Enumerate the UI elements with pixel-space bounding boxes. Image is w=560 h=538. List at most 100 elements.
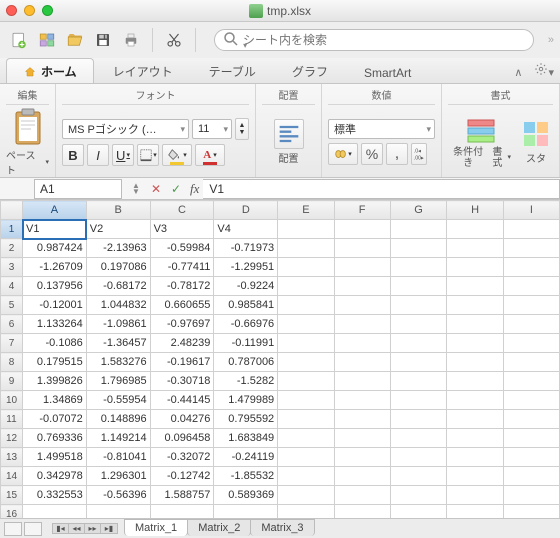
cell[interactable] — [334, 315, 390, 334]
font-name-combo[interactable]: MS Pゴシック (… — [62, 119, 189, 139]
cell[interactable] — [503, 391, 559, 410]
cell[interactable] — [390, 239, 447, 258]
cell[interactable] — [278, 372, 334, 391]
cancel-entry-button[interactable]: ✕ — [146, 180, 166, 198]
cell[interactable]: V2 — [86, 220, 150, 239]
cell[interactable]: 1.133264 — [23, 315, 87, 334]
fx-button[interactable]: fx — [186, 181, 203, 197]
styles-button[interactable]: スタ — [519, 119, 553, 165]
cell[interactable]: -0.71973 — [214, 239, 278, 258]
cell[interactable]: -0.07072 — [23, 410, 87, 429]
cell[interactable]: 1.796985 — [86, 372, 150, 391]
tab-layout[interactable]: レイアウト — [96, 58, 190, 83]
cell[interactable] — [503, 429, 559, 448]
cell[interactable]: -0.56396 — [86, 486, 150, 505]
prev-sheet-button[interactable]: ◂◂ — [69, 524, 85, 533]
cell[interactable]: 1.479989 — [214, 391, 278, 410]
cell[interactable] — [503, 334, 559, 353]
cell[interactable] — [390, 220, 447, 239]
cell[interactable] — [278, 353, 334, 372]
cell[interactable] — [447, 486, 503, 505]
cell[interactable] — [390, 353, 447, 372]
cell[interactable]: 0.342978 — [23, 467, 87, 486]
cell[interactable] — [390, 467, 447, 486]
cell[interactable] — [447, 410, 503, 429]
cell[interactable] — [503, 448, 559, 467]
number-format-combo[interactable]: 標準 — [328, 119, 435, 139]
cell[interactable] — [503, 486, 559, 505]
column-header[interactable]: D — [214, 201, 278, 220]
cell[interactable] — [390, 315, 447, 334]
cell[interactable]: -0.68172 — [86, 277, 150, 296]
formula-input[interactable]: V1 — [203, 179, 560, 199]
cell[interactable] — [278, 467, 334, 486]
cell[interactable] — [334, 296, 390, 315]
cell[interactable] — [447, 258, 503, 277]
column-header[interactable]: F — [334, 201, 390, 220]
save-button[interactable] — [90, 27, 116, 53]
cell[interactable]: 1.583276 — [86, 353, 150, 372]
cut-button[interactable] — [161, 27, 187, 53]
cell[interactable]: 0.589369 — [214, 486, 278, 505]
cell[interactable]: 0.332553 — [23, 486, 87, 505]
cell[interactable]: 0.660655 — [150, 296, 214, 315]
column-header[interactable]: G — [390, 201, 447, 220]
cell[interactable]: -0.11991 — [214, 334, 278, 353]
column-header[interactable]: C — [150, 201, 214, 220]
cell[interactable] — [278, 277, 334, 296]
select-all-corner[interactable] — [1, 201, 23, 220]
cell[interactable] — [390, 334, 447, 353]
cell[interactable] — [278, 410, 334, 429]
cell[interactable] — [503, 315, 559, 334]
sheet-tab[interactable]: Matrix_3 — [250, 519, 314, 536]
cell[interactable] — [503, 277, 559, 296]
cell[interactable]: 0.04276 — [150, 410, 214, 429]
underline-button[interactable]: U▾ — [112, 144, 134, 166]
cell[interactable]: -0.24119 — [214, 448, 278, 467]
cell[interactable] — [503, 353, 559, 372]
cell[interactable] — [334, 448, 390, 467]
normal-view-button[interactable] — [4, 522, 22, 536]
cell[interactable] — [334, 391, 390, 410]
row-header[interactable]: 1 — [1, 220, 23, 239]
cell[interactable]: 2.48239 — [150, 334, 214, 353]
column-header[interactable]: H — [447, 201, 503, 220]
cell[interactable] — [334, 486, 390, 505]
cell[interactable] — [278, 334, 334, 353]
cell[interactable] — [447, 353, 503, 372]
cell[interactable]: 1.149214 — [86, 429, 150, 448]
cell[interactable] — [390, 486, 447, 505]
cell[interactable]: 0.179515 — [23, 353, 87, 372]
zoom-window-button[interactable] — [42, 5, 53, 16]
cell[interactable] — [503, 239, 559, 258]
cell[interactable] — [390, 372, 447, 391]
font-size-stepper[interactable]: ▲▼ — [235, 118, 249, 140]
cell[interactable] — [503, 258, 559, 277]
row-header[interactable]: 2 — [1, 239, 23, 258]
cell[interactable]: -1.29951 — [214, 258, 278, 277]
cell[interactable] — [334, 372, 390, 391]
cell[interactable] — [447, 391, 503, 410]
cell[interactable]: -0.12001 — [23, 296, 87, 315]
cell[interactable] — [447, 429, 503, 448]
cell[interactable]: V3 — [150, 220, 214, 239]
cell[interactable]: 0.148896 — [86, 410, 150, 429]
cell[interactable]: 0.787006 — [214, 353, 278, 372]
italic-button[interactable]: I — [87, 144, 109, 166]
cell[interactable] — [278, 258, 334, 277]
cell[interactable]: -1.09861 — [86, 315, 150, 334]
first-sheet-button[interactable]: ▮◂ — [53, 524, 69, 533]
decimal-buttons[interactable]: .0◂.00▸ — [411, 143, 427, 165]
cell[interactable] — [278, 239, 334, 258]
cell[interactable] — [278, 391, 334, 410]
cell[interactable] — [334, 277, 390, 296]
cell[interactable] — [447, 334, 503, 353]
cell[interactable]: 0.795592 — [214, 410, 278, 429]
cell[interactable] — [278, 296, 334, 315]
row-header[interactable]: 4 — [1, 277, 23, 296]
cell[interactable]: 0.197086 — [86, 258, 150, 277]
print-button[interactable] — [118, 27, 144, 53]
row-header[interactable]: 12 — [1, 429, 23, 448]
cell[interactable]: -0.77411 — [150, 258, 214, 277]
confirm-entry-button[interactable]: ✓ — [166, 180, 186, 198]
